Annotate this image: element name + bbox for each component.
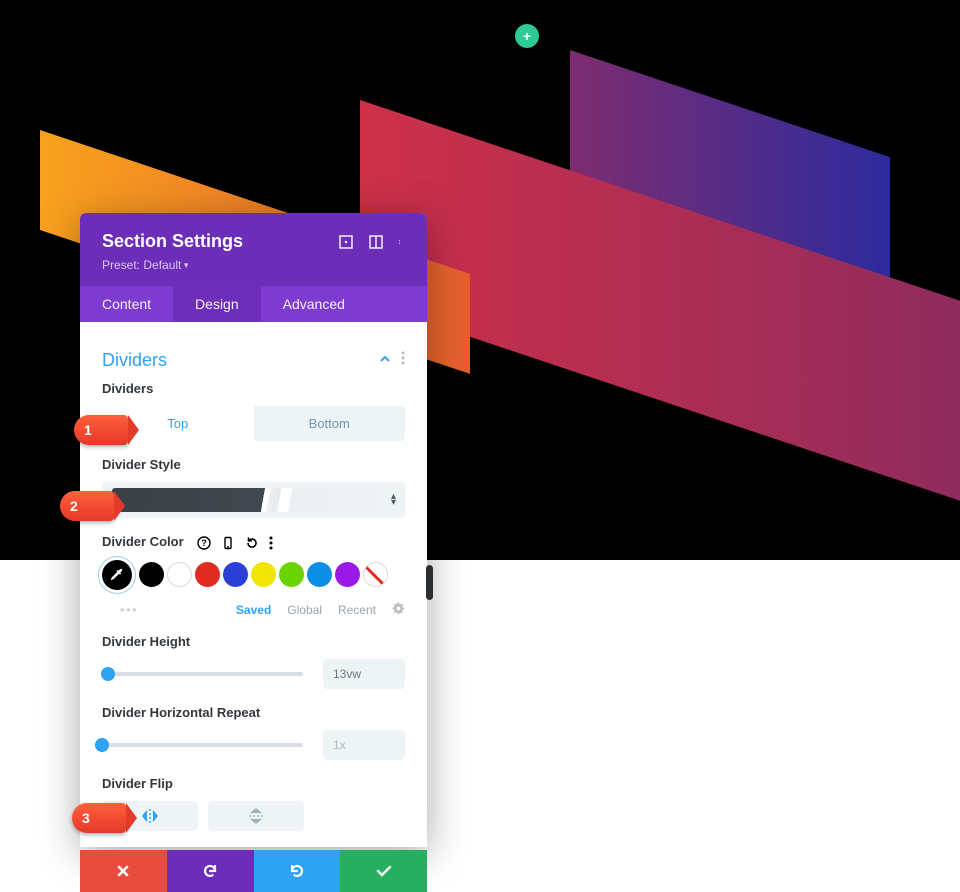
palette-gear-icon[interactable]: [392, 602, 405, 618]
cancel-button[interactable]: [80, 850, 167, 892]
palette-tab-recent[interactable]: Recent: [338, 603, 376, 617]
repeat-input[interactable]: [323, 730, 405, 760]
height-slider[interactable]: [102, 672, 303, 676]
select-arrows-icon[interactable]: ▴▾: [391, 494, 395, 506]
section-more-icon[interactable]: [401, 351, 405, 370]
preview-scrollbar[interactable]: [426, 565, 433, 600]
palette-tabs: ••• Saved Global Recent: [120, 602, 405, 618]
bottom-button[interactable]: Bottom: [254, 406, 406, 441]
palette-tab-global[interactable]: Global: [287, 603, 322, 617]
color-swatch[interactable]: [251, 562, 276, 587]
top-bottom-switch: Top Bottom: [102, 406, 405, 441]
save-button[interactable]: [340, 850, 427, 892]
height-input[interactable]: [323, 659, 405, 689]
tab-design[interactable]: Design: [173, 286, 261, 322]
divider-style-label: Divider Style: [102, 457, 405, 472]
divider-height-label: Divider Height: [102, 634, 405, 649]
redo-button[interactable]: [254, 850, 341, 892]
divider-style-preview: [112, 488, 381, 512]
tab-advanced[interactable]: Advanced: [261, 286, 367, 322]
responsive-icon[interactable]: [221, 536, 235, 550]
modal-tabs: Content Design Advanced: [80, 286, 427, 322]
collapse-icon[interactable]: [379, 353, 391, 368]
no-color-swatch[interactable]: [363, 562, 388, 587]
modal-header: Section Settings Preset: Default: [80, 213, 427, 286]
svg-text:?: ?: [202, 538, 208, 548]
divider-style-select[interactable]: ▴▾: [102, 482, 405, 518]
palette-tab-saved[interactable]: Saved: [236, 603, 271, 617]
color-swatch[interactable]: [139, 562, 164, 587]
repeat-slider[interactable]: [102, 743, 303, 747]
preset-selector[interactable]: Preset: Default: [102, 258, 405, 272]
slider-thumb[interactable]: [95, 738, 109, 752]
modal-action-bar: [80, 850, 427, 892]
snap-icon[interactable]: [369, 235, 383, 249]
section-dividers-title: Dividers: [102, 350, 379, 371]
callout-badge-3: 3: [72, 803, 126, 833]
field-more-icon[interactable]: [269, 536, 283, 550]
more-icon[interactable]: [399, 235, 413, 249]
divider-flip-label: Divider Flip: [102, 776, 405, 791]
dividers-label: Dividers: [102, 381, 405, 396]
tab-content[interactable]: Content: [80, 286, 173, 322]
color-swatches: [102, 560, 405, 590]
reset-icon[interactable]: [245, 536, 259, 550]
help-icon[interactable]: ?: [197, 536, 211, 550]
divider-color-label: Divider Color ?: [102, 534, 405, 550]
expand-icon[interactable]: [339, 235, 353, 249]
flip-vertical-button[interactable]: [208, 801, 304, 831]
callout-badge-1: 1: [74, 415, 128, 445]
color-swatch[interactable]: [335, 562, 360, 587]
divider-repeat-label: Divider Horizontal Repeat: [102, 705, 405, 720]
palette-drag-icon[interactable]: •••: [120, 603, 139, 617]
color-swatch[interactable]: [223, 562, 248, 587]
slider-thumb[interactable]: [101, 667, 115, 681]
color-swatch[interactable]: [167, 562, 192, 587]
eyedropper-swatch[interactable]: [102, 560, 132, 590]
section-settings-modal: Section Settings Preset: Default Content…: [80, 213, 427, 847]
callout-badge-2: 2: [60, 491, 114, 521]
color-swatch[interactable]: [279, 562, 304, 587]
color-swatch[interactable]: [195, 562, 220, 587]
color-swatch[interactable]: [307, 562, 332, 587]
undo-button[interactable]: [167, 850, 254, 892]
add-section-button[interactable]: +: [515, 24, 539, 48]
modal-body: Dividers Dividers Top Bottom Divider Sty…: [80, 322, 427, 847]
